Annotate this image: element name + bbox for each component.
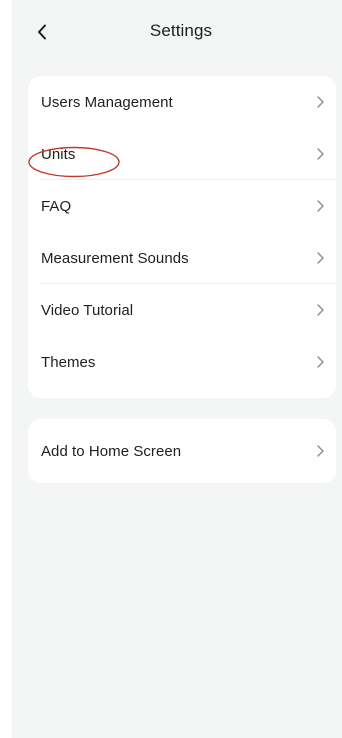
chevron-right-icon bbox=[316, 304, 324, 316]
settings-item-faq[interactable]: FAQ bbox=[28, 180, 336, 232]
settings-item-label: Video Tutorial bbox=[41, 301, 134, 319]
chevron-right-icon bbox=[316, 96, 324, 108]
page-title: Settings bbox=[149, 21, 213, 40]
header: Settings bbox=[13, 0, 342, 66]
settings-item-units[interactable]: Units bbox=[28, 128, 336, 180]
settings-item-label: Units bbox=[41, 145, 76, 163]
chevron-right-icon bbox=[316, 252, 324, 264]
settings-item-themes[interactable]: Themes bbox=[28, 336, 336, 388]
chevron-right-icon bbox=[316, 148, 324, 160]
settings-panel: Settings Users Management Units FAQ Meas… bbox=[12, 0, 342, 738]
settings-item-users-management[interactable]: Users Management bbox=[28, 76, 336, 128]
settings-item-measurement-sounds[interactable]: Measurement Sounds bbox=[28, 232, 336, 284]
chevron-right-icon bbox=[316, 356, 324, 368]
settings-item-label: FAQ bbox=[41, 197, 72, 215]
chevron-right-icon bbox=[316, 200, 324, 212]
settings-screen: Settings Users Management Units FAQ Meas… bbox=[0, 0, 342, 738]
settings-item-label: Add to Home Screen bbox=[41, 442, 182, 460]
chevron-right-icon bbox=[316, 445, 324, 457]
settings-item-add-to-home-screen[interactable]: Add to Home Screen bbox=[28, 419, 336, 483]
settings-item-video-tutorial[interactable]: Video Tutorial bbox=[28, 284, 336, 336]
settings-card: Users Management Units FAQ Measurement S… bbox=[28, 76, 336, 398]
settings-item-label: Users Management bbox=[41, 93, 173, 111]
home-screen-card: Add to Home Screen bbox=[28, 419, 336, 483]
settings-item-label: Themes bbox=[41, 353, 96, 371]
settings-item-label: Measurement Sounds bbox=[41, 249, 189, 267]
